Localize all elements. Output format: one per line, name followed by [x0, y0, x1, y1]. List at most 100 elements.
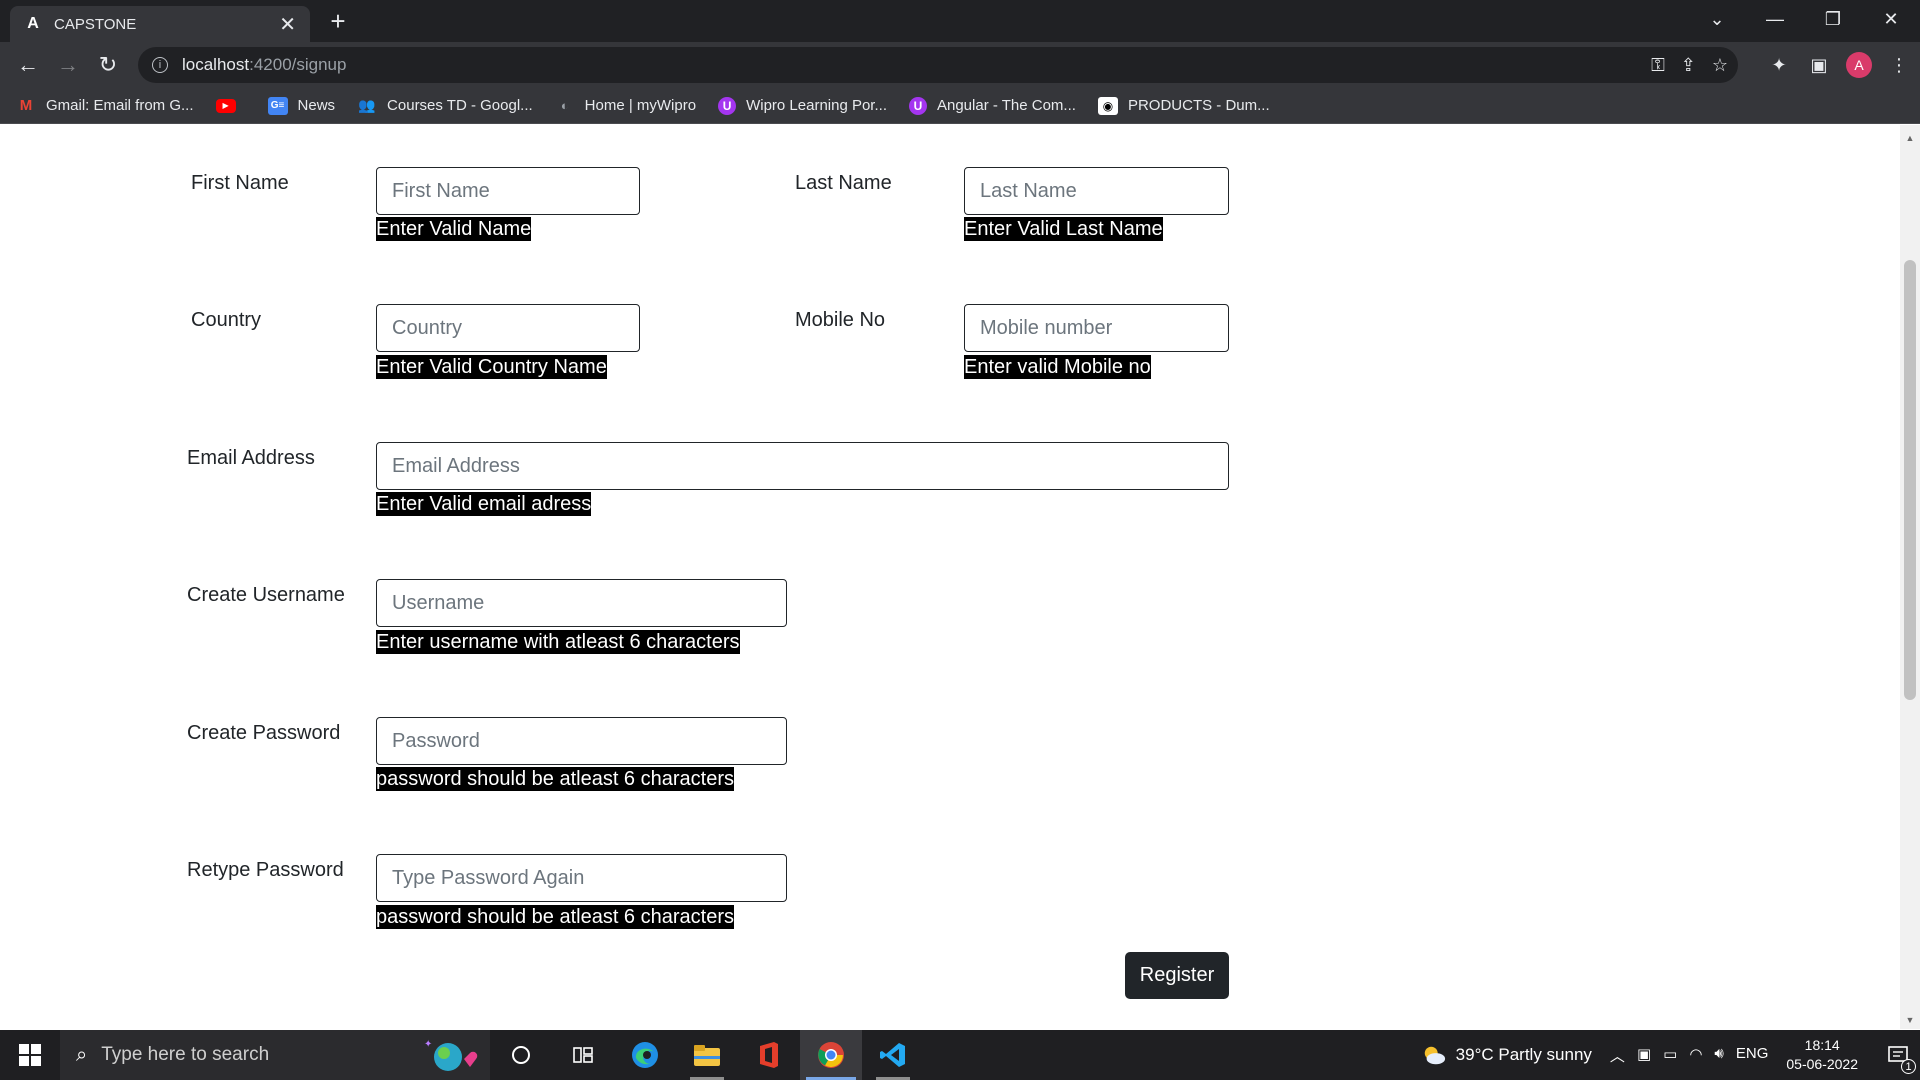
side-panel-icon[interactable]: ▣	[1806, 55, 1832, 76]
country-input[interactable]	[376, 304, 640, 352]
new-tab-button[interactable]: +	[324, 8, 352, 36]
clock-date: 05-06-2022	[1786, 1056, 1858, 1072]
password-label: Create Password	[187, 722, 341, 744]
edge-icon[interactable]	[614, 1030, 676, 1080]
forward-icon[interactable]: →	[48, 45, 88, 85]
svg-text:✦: ✦	[424, 1039, 432, 1050]
mobile-label: Mobile No	[795, 309, 886, 331]
volume-icon[interactable]: 🔊︎	[1714, 1045, 1723, 1066]
people-icon: 👥	[358, 97, 376, 113]
wipro-icon: ◐	[560, 98, 569, 113]
restore-button[interactable]: ❐	[1804, 0, 1862, 38]
language-indicator[interactable]: ENG	[1736, 1045, 1769, 1066]
meet-now-icon[interactable]: ▣	[1637, 1045, 1651, 1066]
system-tray: 39°C Partly sunny ︿ ▣ ▭ ◠ 🔊︎ ENG 18:14 0…	[1422, 1030, 1920, 1080]
country-error: Enter Valid Country Name	[376, 355, 607, 379]
email-input[interactable]	[376, 442, 1229, 490]
task-view-icon[interactable]	[552, 1030, 614, 1080]
start-button[interactable]	[0, 1030, 60, 1080]
bookmark-courses[interactable]: 👥 Courses TD - Googl...	[357, 97, 532, 115]
bookmark-angular[interactable]: U Angular - The Com...	[908, 96, 1076, 115]
last-name-error: Enter Valid Last Name	[964, 217, 1163, 241]
menu-kebab-icon[interactable]: ⋮	[1886, 55, 1912, 76]
chevron-up-icon[interactable]: ︿	[1610, 1045, 1625, 1066]
username-error: Enter username with atleast 6 characters	[376, 630, 740, 654]
notification-center-icon[interactable]: 1	[1876, 1030, 1920, 1080]
taskbar-search[interactable]: ⌕ Type here to search ✦	[60, 1030, 490, 1080]
partly-sunny-icon	[1424, 1046, 1445, 1065]
signup-page: First Name Enter Valid Name Last Name En…	[0, 125, 1900, 1029]
retype-password-error: password should be atleast 6 characters	[376, 905, 734, 929]
tab-search-icon[interactable]: ⌄	[1688, 0, 1746, 38]
scrollbar-thumb[interactable]	[1904, 260, 1916, 700]
browser-toolbar: ← → ↻ i localhost:4200/signup ⚿ ⇪ ☆	[0, 42, 1920, 88]
back-icon[interactable]: ←	[8, 45, 48, 85]
country-label: Country	[191, 309, 262, 331]
weather-text: 39°C Partly sunny	[1455, 1045, 1592, 1064]
clock-time: 18:14	[1804, 1037, 1840, 1053]
mobile-input[interactable]	[964, 304, 1229, 352]
password-input[interactable]	[376, 717, 787, 765]
retype-password-label: Retype Password	[187, 859, 344, 881]
file-explorer-icon[interactable]	[676, 1030, 738, 1080]
last-name-input[interactable]	[964, 167, 1229, 215]
scroll-up-arrow-icon[interactable]: ▲	[1900, 133, 1920, 143]
extensions-puzzle-icon[interactable]: ✦	[1766, 55, 1792, 76]
last-name-label: Last Name	[795, 172, 892, 194]
retype-password-input[interactable]	[376, 854, 787, 902]
windows-logo-icon	[19, 1044, 41, 1066]
vscode-icon[interactable]	[862, 1030, 924, 1080]
first-name-input[interactable]	[376, 167, 640, 215]
scroll-down-arrow-icon[interactable]: ▼	[1900, 1015, 1920, 1025]
chrome-icon[interactable]	[800, 1030, 862, 1080]
search-icon: ⌕	[76, 1043, 88, 1066]
reload-icon[interactable]: ↻	[88, 45, 128, 85]
udemy-icon: U	[908, 96, 927, 115]
taskbar-search-placeholder: Type here to search	[101, 1044, 270, 1065]
email-error: Enter Valid email adress	[376, 492, 592, 516]
bookmark-news[interactable]: G≡ News	[267, 96, 335, 115]
page-scrollbar[interactable]: ▲ ▼	[1900, 125, 1920, 1029]
windows-taskbar: ⌕ Type here to search ✦ 39°C Partly sunn…	[0, 1030, 1920, 1080]
username-label: Create Username	[187, 584, 345, 606]
first-name-label: First Name	[191, 172, 289, 194]
key-icon[interactable]: ⚿	[1651, 55, 1665, 76]
username-input[interactable]	[376, 579, 787, 627]
tab-capstone[interactable]: A CAPSTONE ✕	[10, 6, 310, 42]
angular-favicon-icon: A	[27, 15, 39, 32]
bookmark-products[interactable]: ◉ PRODUCTS - Dum...	[1097, 96, 1270, 115]
mobile-error: Enter valid Mobile no	[964, 355, 1151, 379]
bookmark-gmail[interactable]: M Gmail: Email from G...	[16, 97, 194, 115]
address-bar[interactable]: i localhost:4200/signup ⚿ ⇪ ☆	[138, 47, 1738, 83]
notification-count: 1	[1901, 1059, 1916, 1074]
office-icon[interactable]	[738, 1030, 800, 1080]
youtube-icon: ▶	[215, 98, 236, 113]
url-path: :4200/signup	[249, 55, 347, 74]
share-icon[interactable]: ⇪	[1681, 55, 1696, 76]
bookmark-star-icon[interactable]: ☆	[1712, 55, 1728, 76]
bookmark-mywipro[interactable]: ◐ Home | myWipro	[555, 97, 696, 115]
profile-avatar[interactable]: A	[1846, 52, 1872, 78]
tray-icons: ︿ ▣ ▭ ◠ 🔊︎ ENG	[1610, 1045, 1768, 1066]
cortana-icon[interactable]	[490, 1030, 552, 1080]
globe-icon: ◉	[1097, 96, 1118, 115]
password-error: password should be atleast 6 characters	[376, 767, 734, 791]
weather-widget[interactable]: 39°C Partly sunny	[1422, 1043, 1592, 1067]
minimize-button[interactable]: —	[1746, 0, 1804, 38]
email-label: Email Address	[187, 447, 315, 469]
battery-icon[interactable]: ▭	[1663, 1045, 1677, 1066]
site-info-icon[interactable]: i	[152, 57, 168, 73]
window-controls: ⌄ — ❐ ✕	[1688, 0, 1920, 42]
gmail-icon: M	[19, 97, 33, 114]
register-button[interactable]: Register	[1125, 952, 1229, 999]
clock[interactable]: 18:14 05-06-2022	[1786, 1036, 1858, 1074]
close-tab-icon[interactable]: ✕	[279, 12, 296, 37]
close-window-button[interactable]: ✕	[1862, 0, 1920, 38]
bookmark-youtube[interactable]: ▶	[215, 98, 246, 113]
udemy-icon: U	[718, 96, 737, 115]
search-highlight-icon[interactable]: ✦	[420, 1037, 480, 1073]
bookmarks-bar: M Gmail: Email from G... ▶ G≡ News 👥 Cou…	[0, 88, 1920, 124]
bookmark-wipro-learning[interactable]: U Wipro Learning Por...	[718, 96, 887, 115]
wifi-icon[interactable]: ◠	[1689, 1045, 1702, 1066]
toolbar-right-actions: ✦ ▣ A ⋮	[1766, 42, 1912, 88]
